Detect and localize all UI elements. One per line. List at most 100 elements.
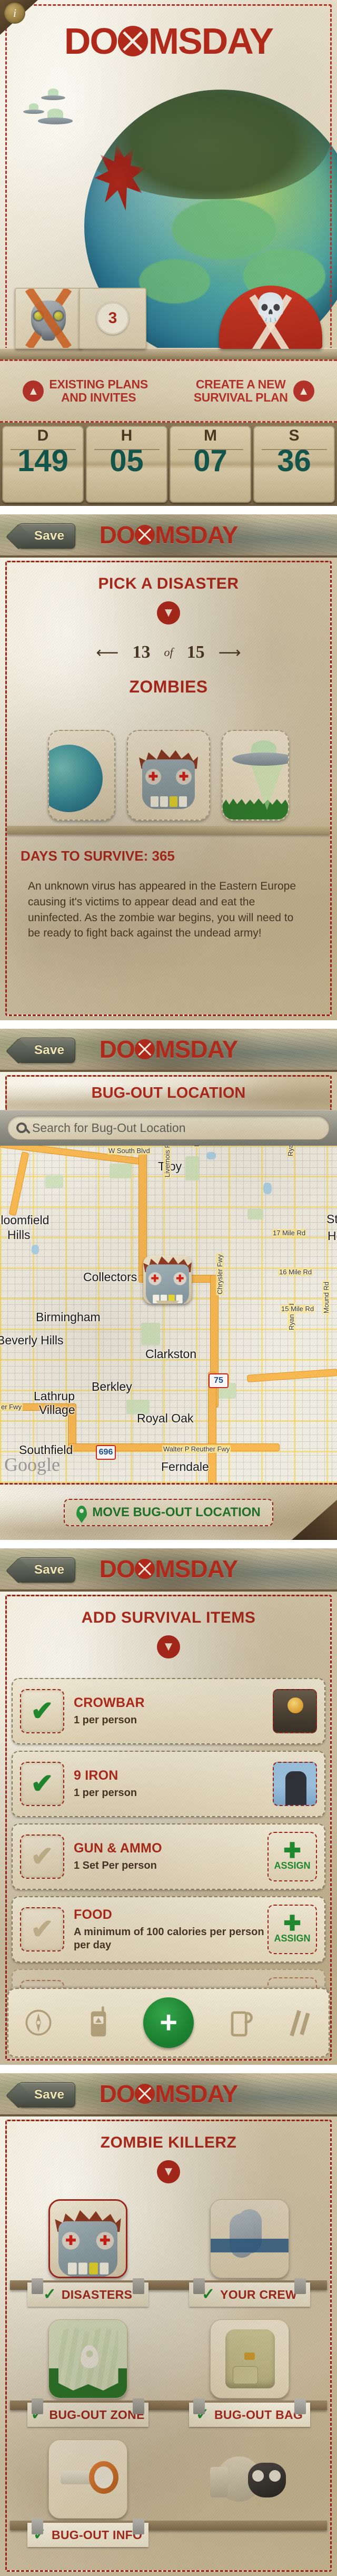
countdown-days-unit: D <box>37 427 49 444</box>
skull-icon: 💀 <box>253 292 288 323</box>
page-title: BUG-OUT LOCATION <box>91 1085 246 1101</box>
chevron-down-icon[interactable]: ▼ <box>157 1635 180 1658</box>
table-row[interactable]: ✔ FOOD A minimum of 100 calories per per… <box>12 1896 325 1963</box>
save-button[interactable]: Save <box>18 1038 76 1063</box>
map-view[interactable]: Troy Bloomfield Hills Collectors Birming… <box>0 1146 337 1483</box>
existing-plans-label-2: AND INVITES <box>61 391 136 404</box>
label-bugout-bag[interactable]: ✓ BUG-OUT BAG <box>189 2398 310 2427</box>
table-row[interactable]: ✔ 9 IRON 1 per person <box>12 1751 325 1817</box>
killerz-row-1: ✚ ✚ <box>7 2199 330 2278</box>
header-bar: Save D O MSDAY <box>0 514 337 558</box>
disaster-pager: ⟵ 13 of 15 ⟶ <box>7 642 330 662</box>
info-icon[interactable]: i <box>4 3 25 24</box>
countdown-hours: H 05 <box>86 426 167 503</box>
pager-current: 13 <box>132 642 151 662</box>
pager-total: 15 <box>186 642 205 662</box>
item-thumbnail[interactable] <box>273 1762 317 1806</box>
chevron-up-icon: ▲ <box>23 380 44 402</box>
create-plan-button[interactable]: CREATE A NEW SURVIVAL PLAN ▲ <box>194 377 314 405</box>
assign-label: ASSIGN <box>274 1933 311 1944</box>
item-checkbox[interactable]: ✔ <box>20 1762 64 1806</box>
check-icon: ✔ <box>31 1769 54 1799</box>
tile-bugout-info[interactable] <box>48 2440 127 2519</box>
label-your-crew[interactable]: ✓ YOUR CREW <box>189 2278 310 2307</box>
chevron-down-icon[interactable]: ▼ <box>157 601 180 625</box>
disaster-tile-zombie[interactable]: ✚ ✚ <box>127 730 210 821</box>
check-icon: ✔ <box>31 1914 54 1945</box>
plan-count-badge: 3 <box>96 302 129 335</box>
label-bugout-zone[interactable]: ✓ BUG-OUT ZONE <box>27 2398 148 2427</box>
assign-label: ASSIGN <box>274 1860 311 1871</box>
table-row[interactable]: ✔ GUN & AMMO 1 Set Per person ✚ ASSIGN <box>12 1823 325 1890</box>
add-item-button[interactable]: + <box>143 1997 194 2048</box>
disaster-tile-alien[interactable] <box>222 730 289 821</box>
home-shelf <box>0 348 337 359</box>
tile-label: DISASTERS <box>61 2287 133 2301</box>
screen-separator <box>0 506 337 514</box>
search-input[interactable]: Search for Bug-Out Location <box>7 1116 330 1140</box>
tile-disasters[interactable]: ✚ ✚ <box>48 2199 127 2278</box>
logo-letter-d: D <box>64 21 91 62</box>
search-icon <box>16 1123 27 1133</box>
app-logo: D O MSDAY <box>0 20 337 62</box>
matches-icon[interactable] <box>283 2006 314 2039</box>
existing-plans-button[interactable]: ▲ EXISTING PLANS AND INVITES <box>23 377 148 405</box>
check-icon: ✓ <box>31 2406 44 2423</box>
disaster-description: An unknown virus has appeared in the Eas… <box>28 880 296 940</box>
table-row[interactable]: ✔ CROWBAR 1 per person <box>12 1678 325 1744</box>
move-location-bar: MOVE BUG-OUT LOCATION <box>0 1483 337 1540</box>
bugout-location-pin[interactable]: ✚ ✚ <box>143 1255 192 1304</box>
save-button[interactable]: Save <box>18 2082 76 2107</box>
disaster-tile-globe[interactable] <box>48 730 115 821</box>
label-bugout-info[interactable]: ✓ BUG-OUT INFO <box>27 2519 148 2547</box>
doomsday-emblem-icon <box>135 1039 155 1059</box>
item-checkbox[interactable]: ✔ <box>20 1835 64 1879</box>
compass-icon[interactable] <box>23 2006 54 2039</box>
tile-your-crew[interactable] <box>210 2199 289 2278</box>
next-disaster-button[interactable]: ⟶ <box>219 643 241 662</box>
label-disasters[interactable]: ✓ DISASTERS <box>27 2278 148 2307</box>
disaster-panel: PICK A DISASTER ▼ ⟵ 13 of 15 ⟶ ZOMBIES ✚… <box>5 561 332 1016</box>
disaster-carousel: ✚ ✚ <box>7 730 330 830</box>
check-icon: ✓ <box>33 2526 46 2543</box>
doomsday-emblem-icon <box>117 26 148 56</box>
save-button[interactable]: Save <box>18 1557 76 1583</box>
item-name: GUN & AMMO <box>74 1841 162 1856</box>
killerz-panel: ZOMBIE KILLERZ ▼ ✚ ✚ ✓ DISASTERS ✓ YOUR … <box>5 2120 332 2572</box>
prev-disaster-button[interactable]: ⟵ <box>96 643 118 662</box>
countdown-hours-value: 05 <box>110 444 144 478</box>
screen-zombie-killerz: Save D O MSDAY ZOMBIE KILLERZ ▼ ✚ ✚ ✓ DI… <box>0 2073 337 2576</box>
move-bugout-location-label: MOVE BUG-OUT LOCATION <box>92 1505 261 1519</box>
assign-button[interactable]: ✚ ASSIGN <box>267 1905 317 1954</box>
assign-button[interactable]: ✚ ASSIGN <box>267 1832 317 1881</box>
check-icon: ✔ <box>31 1841 54 1872</box>
page-title: ADD SURVIVAL ITEMS <box>81 1609 256 1626</box>
item-checkbox[interactable]: ✔ <box>20 1689 64 1733</box>
flashlight-icon[interactable] <box>223 2006 254 2039</box>
killerz-row-3 <box>7 2440 330 2519</box>
tile-bugout-bag[interactable] <box>210 2319 289 2398</box>
move-bugout-location-button[interactable]: MOVE BUG-OUT LOCATION <box>64 1498 273 1526</box>
zombie-face-icon: ✚ ✚ <box>143 1255 192 1304</box>
home-nav-bar: ▲ EXISTING PLANS AND INVITES CREATE A NE… <box>0 359 337 423</box>
item-thumbnail[interactable] <box>273 1689 317 1733</box>
radio-icon[interactable] <box>83 2006 114 2039</box>
tile-bugout-zone[interactable] <box>48 2319 127 2398</box>
screen-separator <box>0 2065 337 2073</box>
save-button[interactable]: Save <box>18 523 76 549</box>
gasmask-card[interactable] <box>15 288 82 349</box>
item-checkbox[interactable]: ✔ <box>20 1907 64 1951</box>
map-pin-icon <box>76 1505 87 1519</box>
plan-count-card[interactable]: 3 <box>79 288 146 349</box>
header-bar: Save D O MSDAY <box>0 1029 337 1072</box>
countdown-days: D 149 <box>2 426 84 503</box>
globe-icon <box>49 745 103 812</box>
screen-separator <box>0 1020 337 1029</box>
item-subtitle: 1 per person <box>74 1714 137 1726</box>
zombie-face-icon: ✚ ✚ <box>139 748 198 810</box>
item-name: CROWBAR <box>74 1695 145 1710</box>
screen-pick-disaster: Save D O MSDAY PICK A DISASTER ▼ ⟵ 13 of 1… <box>0 514 337 1020</box>
chevron-down-icon[interactable]: ▼ <box>157 2160 180 2183</box>
tile-gear[interactable] <box>210 2440 289 2519</box>
plus-icon: + <box>160 2005 177 2040</box>
